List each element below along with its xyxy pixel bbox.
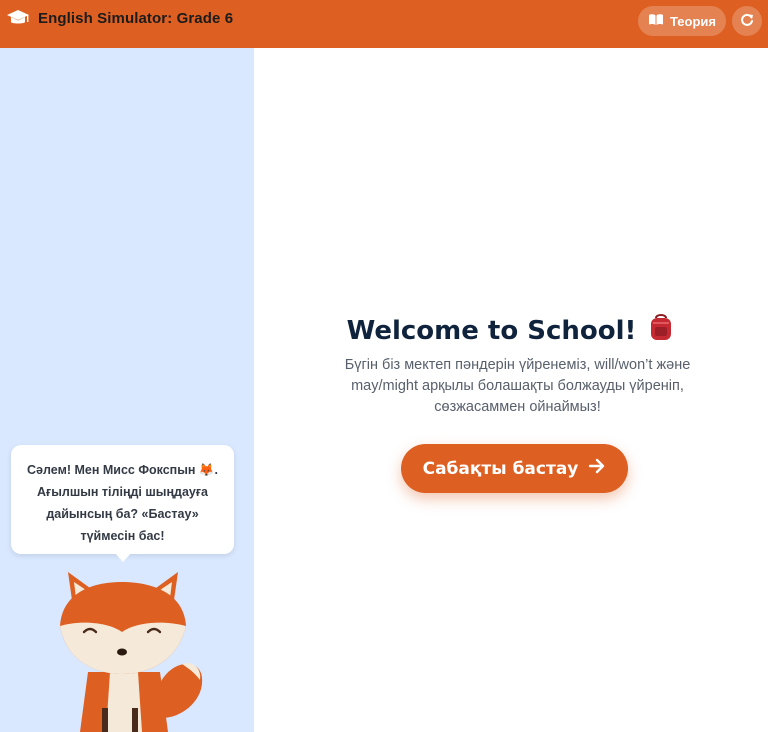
main-panel: Welcome to School! Бүгін біз мектеп пәнд… xyxy=(255,48,768,732)
app-title: English Simulator: Grade 6 xyxy=(38,9,234,27)
book-icon xyxy=(648,13,664,29)
speech-bubble: Сәлем! Мен Мисс Фокспын 🦊. Ағылшын тілің… xyxy=(11,445,234,562)
arrow-right-icon xyxy=(588,458,606,479)
brand: English Simulator: Grade 6 xyxy=(6,8,233,28)
welcome-title: Welcome to School! xyxy=(346,315,637,346)
refresh-icon xyxy=(740,13,754,30)
theory-label: Теория xyxy=(670,13,716,29)
sidebar: Сәлем! Мен Мисс Фокспын 🦊. Ағылшын тілің… xyxy=(0,48,254,732)
backpack-icon xyxy=(646,312,676,349)
start-lesson-label: Сабақты бастау xyxy=(422,458,579,479)
start-lesson-button[interactable]: Сабақты бастау xyxy=(401,444,628,493)
top-bar: English Simulator: Grade 6 Теория xyxy=(0,0,768,48)
welcome-description: Бүгін біз мектеп пәндерін үйренеміз, wil… xyxy=(344,357,691,415)
fox-mascot xyxy=(50,568,210,732)
graduation-cap-icon xyxy=(6,8,30,28)
reset-button[interactable] xyxy=(732,6,762,36)
welcome-heading: Welcome to School! xyxy=(255,312,768,349)
theory-button[interactable]: Теория xyxy=(638,6,726,36)
